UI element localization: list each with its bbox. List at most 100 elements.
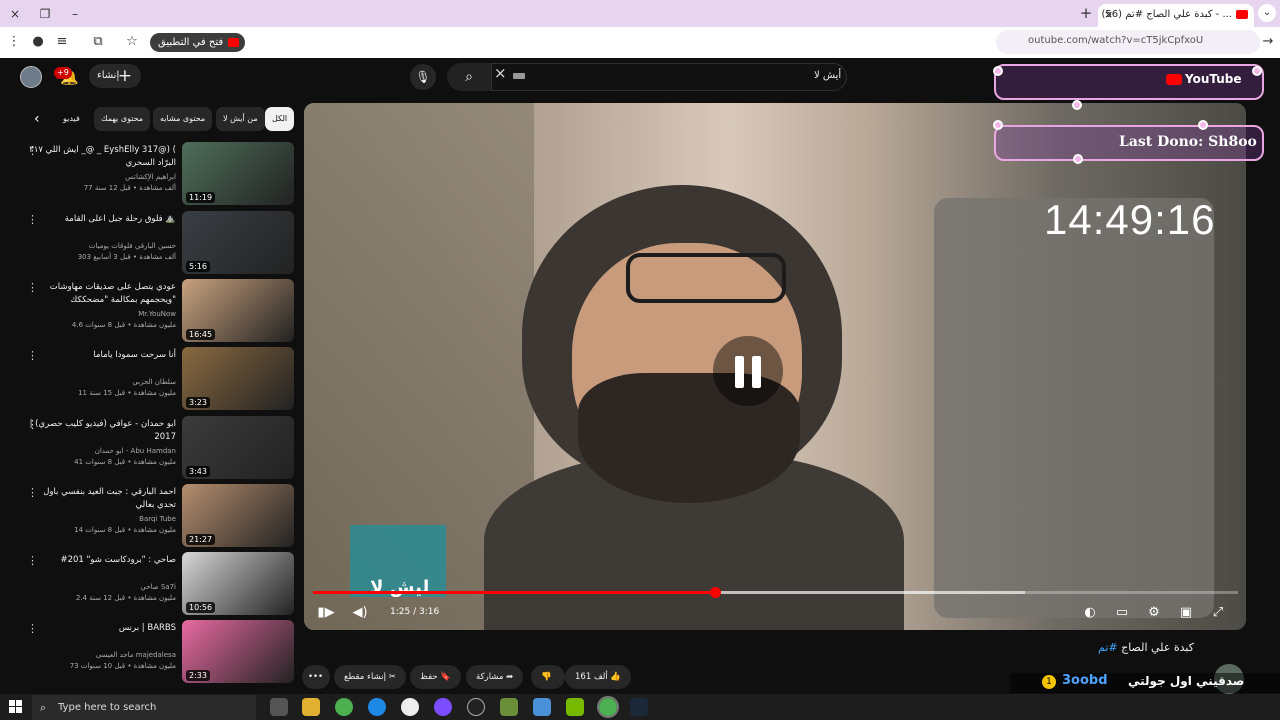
voice-search-mic-icon[interactable]: 🎙 (410, 64, 436, 90)
minecraft-icon[interactable] (500, 698, 518, 716)
progress-bar[interactable] (313, 587, 1238, 598)
related-video-channel[interactable]: سلطان الحزبي (26, 377, 176, 387)
time-display: 1:25 / 3:16 (390, 607, 439, 617)
bookmark-star-icon[interactable]: ☆ (122, 32, 142, 52)
settings-gear-icon[interactable]: ⚙ (1144, 603, 1164, 623)
clear-search-icon[interactable]: × (494, 64, 507, 82)
related-video-channel[interactable]: صاحي Sa7i (26, 582, 176, 592)
theater-mode-icon[interactable]: ▣ (1176, 603, 1196, 623)
subtitles-icon[interactable]: ▭ (1112, 603, 1132, 623)
related-video-item[interactable]: ⋮ برنس | BARBS ماجد العيسى majedalesa 73 مل… (0, 620, 300, 686)
related-video-meta: 2.4 مليون مشاهدة • قبل 12 سنة (75, 594, 176, 602)
browser-tab[interactable]: × (56) كبدة علي الصاج #تم - ... (1098, 4, 1254, 27)
chip-related[interactable]: محتوى مشابه (153, 107, 213, 131)
app-cube-icon[interactable] (533, 698, 551, 716)
related-video-channel[interactable]: ماجد العيسى majedalesa (26, 650, 176, 660)
profile-icon[interactable]: ● (28, 32, 48, 52)
taskbar-search-box[interactable]: ⌕ Type here to search (32, 695, 256, 720)
chip-all[interactable]: الكل (265, 107, 295, 131)
notifications-badge: +9 (54, 67, 72, 79)
related-video-item[interactable]: ⋮ عودي يتصل على صديقات مهاوشات ويحجمهم بم… (0, 279, 300, 345)
related-video-duration: 2:33 (186, 670, 210, 681)
related-video-channel[interactable]: ابراهيم الإكشاتس (26, 172, 176, 182)
related-video-duration: 3:43 (186, 466, 210, 477)
save-button[interactable]: حفظ 🔖 (410, 665, 461, 689)
video-player[interactable]: ليش لا (304, 103, 1246, 630)
youtube-logo-icon (1166, 74, 1182, 85)
flower-icon (993, 66, 1003, 76)
related-video-meta: 41 مليون مشاهدة • قبل 8 سنوات (74, 458, 176, 466)
open-in-app-button[interactable]: فتح في التطبيق (150, 33, 246, 52)
window-close-button[interactable]: × (0, 4, 30, 24)
steam-icon[interactable] (630, 698, 648, 716)
play-pause-icon[interactable]: ▮▶ (316, 603, 336, 623)
forward-arrow-icon[interactable]: → (1258, 32, 1278, 52)
related-video-channel[interactable]: ابو حمدان - Abu Hamdan (26, 446, 176, 456)
center-pause-button[interactable] (713, 336, 783, 406)
discord-icon[interactable] (434, 698, 452, 716)
volume-icon[interactable]: ◀) (350, 603, 370, 623)
windows-start-icon[interactable] (9, 700, 23, 714)
window-restore-button[interactable]: ❐ (30, 4, 60, 24)
related-video-item[interactable]: ⋮ احمد البارقي : جبت العيد بنفسي باول تحد… (0, 484, 300, 550)
chip-from-channel[interactable]: من أيش لا (216, 107, 265, 131)
related-video-title[interactable]: برنس | BARBS (26, 622, 176, 635)
like-button[interactable]: 161 ألف 👍 (565, 665, 631, 689)
chrome-active-icon[interactable] (597, 696, 619, 718)
autoplay-toggle[interactable]: ◐ (1080, 603, 1100, 623)
keyboard-icon[interactable] (513, 73, 525, 79)
plus-icon: + (117, 66, 132, 86)
extensions-icon[interactable]: ⧉ (88, 32, 108, 52)
related-video-item[interactable]: ⋮ فلوق رحلة جبل اعلى القامة ⛰️ حسين البارق… (0, 211, 300, 277)
task-view-icon[interactable] (270, 698, 288, 716)
current-time: 1:25 (390, 607, 411, 617)
related-video-title[interactable]: ايش اللي ٣١٧ _@ _ EyshElly 317@) ( البرّ… (26, 144, 176, 170)
video-frame-glasses (626, 253, 786, 303)
new-tab-button[interactable]: + (1078, 4, 1094, 22)
chip-for-you[interactable]: محتوى يهمك (94, 107, 151, 131)
search-button[interactable]: ⌕ (447, 63, 491, 91)
share-button[interactable]: مشاركة ➦ (466, 665, 524, 689)
related-video-item[interactable]: ⋮ ابو حمدان - عوافي (فيديو كليب حصري) | 2… (0, 416, 300, 482)
clip-button[interactable]: إنشاء مقطع ✂ (334, 665, 406, 689)
openai-icon[interactable] (467, 698, 485, 716)
related-video-item[interactable]: ⋮ #صاحي : "برودكاست شو" 201 صاحي Sa7i 2.4 م… (0, 552, 300, 618)
fullscreen-icon[interactable]: ⤢ (1208, 603, 1228, 623)
tab-search-icon[interactable]: ⌄ (1258, 4, 1276, 22)
dislike-button[interactable]: 👎 (531, 665, 565, 689)
menu-kebab-icon[interactable]: ⋮ (4, 32, 24, 52)
nvidia-icon[interactable] (566, 698, 584, 716)
chrome-icon[interactable] (335, 698, 353, 716)
related-video-duration: 10:56 (186, 602, 216, 613)
time-separator: / (410, 607, 419, 617)
related-video-title[interactable]: #صاحي : "برودكاست شو" 201 (26, 554, 176, 567)
video-frame-panel (934, 198, 1214, 618)
chips-scroll-left-icon[interactable]: ‹ (34, 111, 40, 127)
related-video-item[interactable]: ⋮ ايش اللي ٣١٧ _@ _ EyshElly 317@) ( البر… (0, 142, 300, 208)
related-video-title[interactable]: فلوق رحلة جبل اعلى القامة ⛰️ (26, 213, 176, 226)
related-video-channel[interactable]: حسين البارقي فلوقات يوميات (26, 241, 176, 251)
search-icon: ⌕ (40, 701, 47, 714)
window-minimize-button[interactable]: – (60, 4, 90, 24)
related-video-title[interactable]: أنا سرحت سمودا ياماما (26, 349, 176, 362)
related-video-channel[interactable]: Mr.YouNow (26, 309, 176, 319)
create-button[interactable]: إنشاء + (89, 64, 141, 88)
related-video-title[interactable]: عودي يتصل على صديقات مهاوشات ويحجمهم بمك… (26, 281, 176, 307)
video-title: كبدة علي الصاج #تم (1098, 641, 1194, 654)
file-explorer-icon[interactable] (302, 698, 320, 716)
obs-icon[interactable] (401, 698, 419, 716)
account-avatar[interactable] (20, 66, 42, 88)
media-control-icon[interactable]: ≡ (52, 32, 72, 52)
video-hashtag[interactable]: #تم (1098, 641, 1118, 654)
related-video-meta: 14 مليون مشاهدة • قبل 8 سنوات (74, 526, 176, 534)
overlay-clock: 14:49:16 (1044, 196, 1216, 243)
related-video-channel[interactable]: Barqi Tube (26, 514, 176, 524)
video-title-text: كبدة علي الصاج (1121, 641, 1194, 654)
search-input[interactable] (491, 63, 847, 91)
related-video-title[interactable]: ابو حمدان - عوافي (فيديو كليب حصري) | 20… (26, 418, 176, 444)
chip-videos[interactable]: فيديو (56, 107, 87, 131)
edge-icon[interactable] (368, 698, 386, 716)
related-video-title[interactable]: احمد البارقي : جبت العيد بنفسي باول تحدي… (26, 486, 176, 512)
related-video-item[interactable]: ⋮ أنا سرحت سمودا ياماما سلطان الحزبي 11 ملي… (0, 347, 300, 413)
more-actions-button[interactable]: ••• (302, 665, 330, 689)
